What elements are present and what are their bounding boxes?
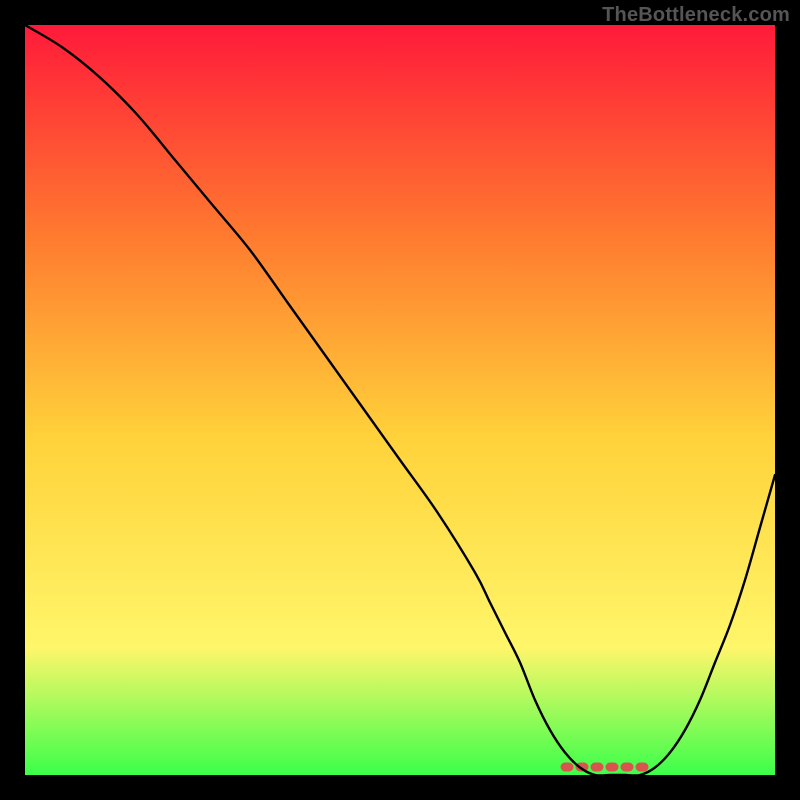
plot-area xyxy=(25,25,775,775)
watermark-label: TheBottleneck.com xyxy=(602,4,790,27)
gradient-background xyxy=(25,25,775,775)
chart-frame: TheBottleneck.com xyxy=(0,0,800,800)
bottleneck-curve-chart xyxy=(25,25,775,775)
